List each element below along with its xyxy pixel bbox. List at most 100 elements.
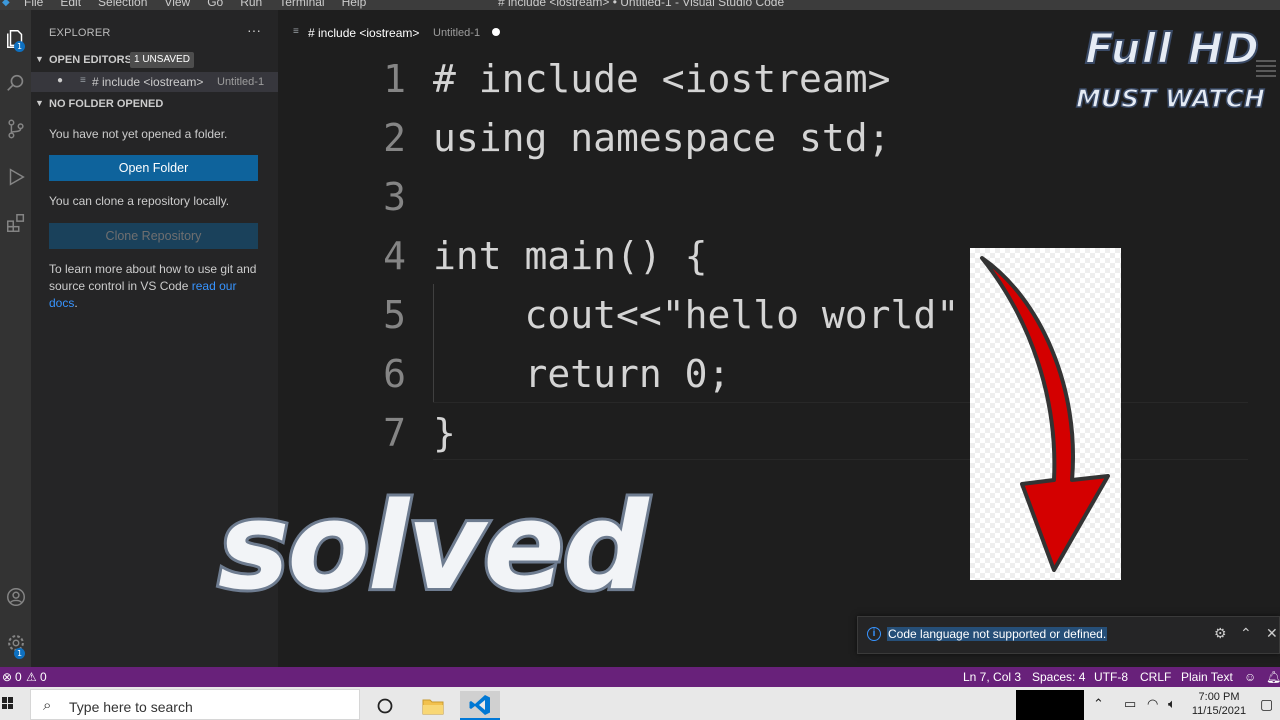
code-line[interactable]: 2 using namespace std; [278, 116, 1280, 174]
more-actions-icon[interactable]: ··· [247, 22, 261, 38]
line-text[interactable]: # include <iostream> [433, 57, 891, 101]
arrow-image [970, 248, 1121, 580]
menu-edit[interactable]: Edit [60, 0, 81, 9]
windows-start-icon[interactable] [2, 697, 14, 709]
unsaved-dot-icon[interactable]: ● [57, 75, 63, 86]
code-line[interactable]: 5 cout<<"hello world" [278, 293, 1280, 351]
explorer-icon[interactable]: 1 [0, 24, 31, 54]
chevron-down-icon: ▼ [35, 98, 44, 108]
line-number: 5 [383, 293, 406, 337]
settings-badge: 1 [14, 648, 25, 659]
volume-icon[interactable]: 🔈︎ [1168, 696, 1176, 712]
tab-untitled-1[interactable]: ≡ # include <iostream> Untitled-1 [278, 22, 508, 44]
encoding[interactable]: UTF-8 [1094, 670, 1128, 684]
line-number: 1 [383, 57, 406, 101]
window-title: # include <iostream> • Untitled-1 - Visu… [498, 0, 785, 9]
must-watch-overlay: MUST WATCH [1075, 83, 1265, 114]
chevron-up-icon[interactable]: ⌃ [1240, 625, 1252, 642]
accounts-icon[interactable] [0, 582, 31, 612]
gear-icon[interactable]: ⚙ [1214, 625, 1227, 642]
unsaved-badge: 1 UNSAVED [130, 52, 194, 68]
error-count[interactable]: 0 [15, 670, 22, 684]
warning-count[interactable]: 0 [40, 670, 47, 684]
vscode-logo-icon: ◆ [2, 0, 10, 8]
task-view-icon[interactable] [365, 691, 405, 720]
activity-bar: 1 1 [0, 10, 31, 667]
no-folder-text: You have not yet opened a folder. [49, 127, 228, 141]
battery-icon[interactable]: ▭ [1124, 696, 1136, 712]
line-text[interactable]: cout<<"hello world" [433, 293, 960, 337]
code-line[interactable]: 7 } [278, 411, 1280, 469]
open-editor-name: # include <iostream> [92, 75, 204, 89]
line-number: 3 [383, 175, 406, 219]
error-icon[interactable]: ⊗ [2, 670, 12, 684]
line-text[interactable]: return 0; [433, 352, 731, 396]
code-line[interactable]: 3 [278, 175, 1280, 233]
run-debug-icon[interactable] [0, 162, 31, 192]
unsaved-dot-icon[interactable] [492, 28, 500, 36]
cursor-position[interactable]: Ln 7, Col 3 [963, 670, 1021, 684]
menu-file[interactable]: File [24, 0, 43, 9]
line-text[interactable]: using namespace std; [433, 116, 891, 160]
windows-taskbar: ⌕ Type here to search ⌃ ▭ ◠ 🔈︎ 7:00 PM 1… [0, 687, 1280, 720]
taskbar-search-box[interactable]: ⌕ Type here to search [30, 689, 360, 720]
line-number: 4 [383, 234, 406, 278]
line-number: 6 [383, 352, 406, 396]
wifi-icon[interactable]: ◠ [1147, 696, 1158, 712]
info-icon: i [867, 627, 881, 641]
action-center-icon[interactable]: ▢ [1260, 696, 1273, 713]
code-line[interactable]: 6 return 0; [278, 352, 1280, 410]
language-mode[interactable]: Plain Text [1181, 670, 1233, 684]
menu-help[interactable]: Help [342, 0, 367, 9]
vscode-taskbar-icon[interactable] [460, 691, 500, 720]
red-arrow-icon [980, 256, 1110, 572]
notifications-bell-icon[interactable]: 🔔︎ [1266, 670, 1280, 684]
status-bar: ⊗ 0 ⚠ 0 Ln 7, Col 3 Spaces: 4 UTF-8 CRLF… [0, 667, 1280, 687]
clock-time: 7:00 PM [1198, 691, 1240, 703]
menu-go[interactable]: Go [207, 0, 223, 9]
title-bar: ◆ File Edit Selection View Go Run Termin… [0, 0, 1280, 10]
explorer-badge: 1 [14, 41, 25, 52]
source-control-icon[interactable] [0, 114, 31, 144]
line-number: 7 [383, 411, 406, 455]
file-explorer-icon[interactable] [413, 691, 453, 720]
clone-text: You can clone a repository locally. [49, 194, 230, 208]
open-editors-label: OPEN EDITORS [49, 54, 132, 66]
menu-terminal[interactable]: Terminal [279, 0, 324, 9]
taskbar-search-placeholder: Type here to search [69, 699, 193, 715]
notification-toast: i Code language not supported or defined… [857, 616, 1280, 654]
sidebar-title: EXPLORER [49, 27, 111, 39]
end-of-line[interactable]: CRLF [1140, 670, 1171, 684]
line-text[interactable]: } [433, 411, 456, 455]
search-icon[interactable] [0, 68, 31, 98]
clone-repository-button[interactable]: Clone Repository [49, 223, 258, 249]
code-line[interactable]: 4 int main() { [278, 234, 1280, 292]
line-number: 2 [383, 116, 406, 160]
solved-overlay: solved [215, 475, 652, 620]
menu-bar: File Edit Selection View Go Run Terminal… [24, 0, 366, 9]
settings-gear-icon[interactable]: 1 [0, 628, 31, 659]
tab-sub: Untitled-1 [433, 27, 481, 39]
tab-name: # include <iostream> [308, 26, 420, 40]
chevron-up-icon[interactable]: ⌃ [1093, 696, 1104, 712]
menu-run[interactable]: Run [240, 0, 262, 9]
open-editor-sub: Untitled-1 [217, 76, 265, 88]
open-folder-button[interactable]: Open Folder [49, 155, 258, 181]
file-text-icon: ≡ [293, 26, 299, 37]
feedback-icon[interactable]: ☺ [1244, 670, 1256, 684]
extensions-icon[interactable] [0, 208, 31, 238]
chevron-down-icon: ▼ [35, 54, 44, 64]
learn-more-end: . [74, 296, 78, 310]
menu-view[interactable]: View [164, 0, 190, 9]
system-clock[interactable]: 7:00 PM 11/15/2021 [1184, 690, 1254, 718]
clock-date: 11/15/2021 [1191, 705, 1247, 717]
close-icon[interactable]: ✕ [1266, 625, 1278, 642]
file-text-icon: ≡ [80, 75, 86, 86]
no-folder-label: NO FOLDER OPENED [49, 98, 164, 110]
warning-icon[interactable]: ⚠ [26, 670, 37, 684]
full-hd-overlay: Full HD [1084, 23, 1260, 74]
open-editor-item[interactable]: ● ≡ # include <iostream> Untitled-1 [31, 72, 278, 92]
menu-selection[interactable]: Selection [98, 0, 147, 9]
indentation[interactable]: Spaces: 4 [1032, 670, 1085, 684]
line-text[interactable]: int main() { [433, 234, 708, 278]
